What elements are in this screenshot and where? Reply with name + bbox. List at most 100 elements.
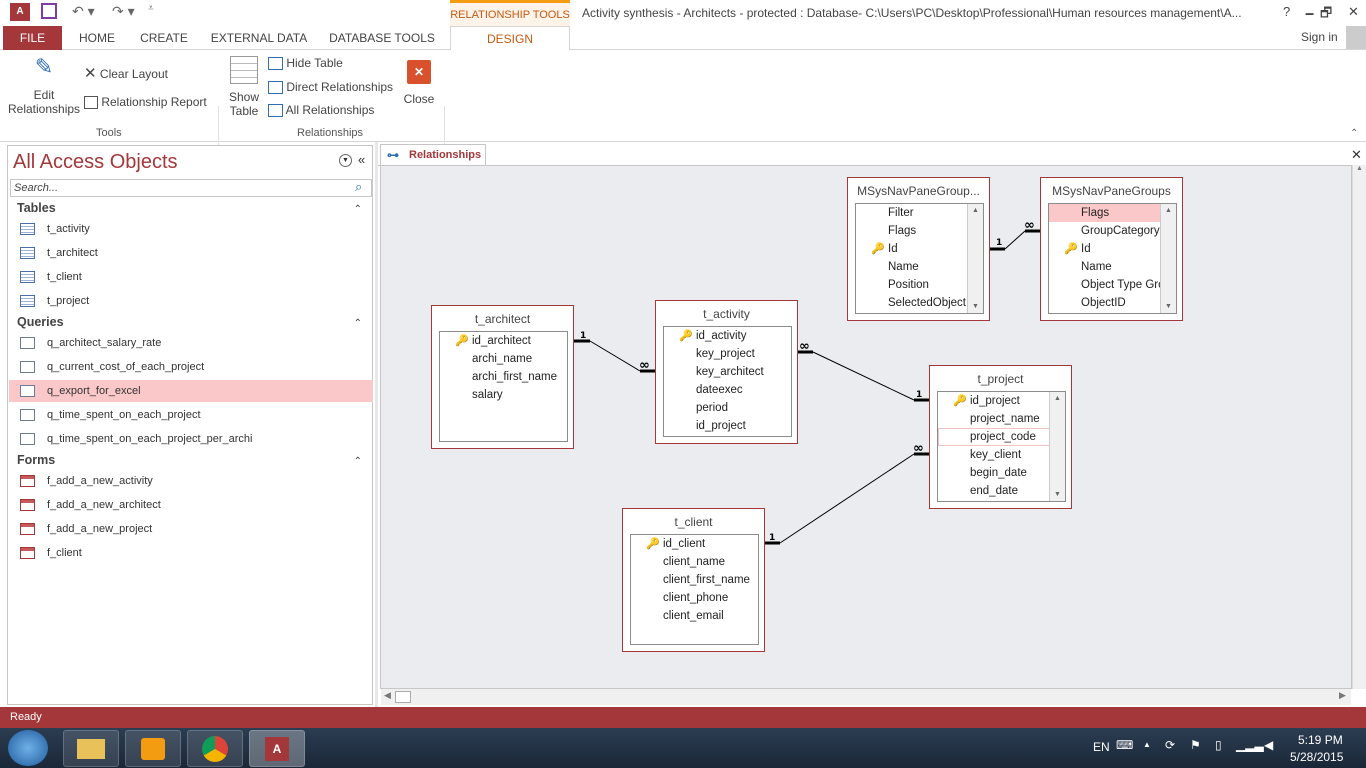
nav-item[interactable]: f_client bbox=[9, 542, 373, 564]
tab-relationships[interactable]: ⊶ Relationships bbox=[380, 144, 486, 166]
show-table-button[interactable]: Show Table bbox=[226, 56, 262, 118]
field-scrollbar[interactable]: ▲ ▼ bbox=[1160, 204, 1176, 313]
taskbar-access[interactable]: A bbox=[249, 730, 305, 767]
nav-item[interactable]: q_time_spent_on_each_project bbox=[9, 404, 373, 426]
nav-item[interactable]: f_add_a_new_project bbox=[9, 518, 373, 540]
table-title[interactable]: MSysNavPaneGroup... bbox=[848, 184, 989, 198]
field-row[interactable]: Flags bbox=[1049, 204, 1161, 222]
field-row[interactable]: 🔑 Id bbox=[856, 240, 968, 258]
field-row[interactable]: key_project bbox=[664, 345, 776, 363]
table-t-architect[interactable]: t_architect 🔑 id_architect archi_name archi_… bbox=[431, 305, 574, 449]
redo-icon[interactable]: ↷ ▾ bbox=[112, 3, 135, 20]
horizontal-scrollbar[interactable]: ◀ ▶ bbox=[381, 689, 1351, 705]
field-row[interactable]: salary bbox=[440, 386, 552, 404]
field-row[interactable]: 🔑 id_activity bbox=[664, 327, 776, 345]
collapse-ribbon-icon[interactable]: ⌃ bbox=[1350, 128, 1358, 139]
network-signal-icon[interactable]: ▁▂▃ bbox=[1236, 738, 1264, 752]
taskbar-chrome[interactable] bbox=[187, 730, 243, 767]
field-row[interactable]: project_code bbox=[938, 428, 1050, 446]
field-row[interactable]: 🔑 id_architect bbox=[440, 332, 552, 350]
field-row[interactable]: archi_first_name bbox=[440, 368, 557, 386]
sign-in-link[interactable]: Sign in bbox=[1301, 30, 1338, 44]
field-scrollbar[interactable]: ▲ ▼ bbox=[1049, 392, 1065, 501]
nav-item[interactable]: q_time_spent_on_each_project_per_archi bbox=[9, 428, 373, 450]
field-row[interactable]: end_date bbox=[938, 482, 1050, 500]
field-row[interactable]: project_name bbox=[938, 410, 1050, 428]
nav-item[interactable]: q_current_cost_of_each_project bbox=[9, 356, 373, 378]
keyboard-icon[interactable]: ⌨ bbox=[1116, 738, 1133, 752]
direct-relationships-button[interactable]: Direct Relationships bbox=[268, 80, 393, 95]
table-title[interactable]: MSysNavPaneGroups bbox=[1041, 184, 1182, 198]
field-row[interactable]: ObjectID bbox=[1049, 294, 1161, 312]
field-row[interactable]: key_architect bbox=[664, 363, 776, 381]
close-relationships-button[interactable]: ✕ Close bbox=[402, 60, 436, 106]
field-row[interactable]: GroupCategory bbox=[1049, 222, 1161, 240]
start-button[interactable] bbox=[8, 730, 48, 766]
field-row[interactable]: Name bbox=[856, 258, 968, 276]
field-row[interactable]: Position bbox=[856, 276, 968, 294]
scroll-left-icon[interactable]: ◀ bbox=[384, 690, 391, 701]
volume-icon[interactable]: ◀ bbox=[1264, 738, 1273, 752]
field-row[interactable]: Name bbox=[1049, 258, 1161, 276]
nav-item[interactable]: f_add_a_new_architect bbox=[9, 494, 373, 516]
clear-layout-button[interactable]: ✕ Clear Layout bbox=[84, 64, 168, 82]
field-row[interactable]: 🔑 Id bbox=[1049, 240, 1161, 258]
undo-icon[interactable]: ↶ ▾ bbox=[72, 3, 95, 20]
tab-design[interactable]: DESIGN bbox=[450, 26, 570, 51]
field-row[interactable]: client_name bbox=[631, 553, 743, 571]
table-msysnavpanegroup-[interactable]: MSysNavPaneGroup... Filter Flags 🔑 Id Name Pos… bbox=[847, 177, 990, 321]
collapse-pane-icon[interactable]: « bbox=[358, 152, 365, 167]
all-relationships-button[interactable]: All Relationships bbox=[268, 103, 374, 118]
nav-section-queries[interactable]: Queries bbox=[17, 315, 64, 329]
table-t-project[interactable]: t_project 🔑 id_project project_name project_… bbox=[929, 365, 1072, 509]
tab-database-tools[interactable]: DATABASE TOOLS bbox=[324, 26, 440, 50]
nav-item[interactable]: t_activity bbox=[9, 218, 373, 240]
nav-item[interactable]: t_architect bbox=[9, 242, 373, 264]
tab-create[interactable]: CREATE bbox=[134, 26, 194, 50]
nav-section-tables[interactable]: Tables bbox=[17, 201, 56, 215]
edit-relationships-button[interactable]: ✎ Edit Relationships bbox=[8, 54, 80, 116]
table-title[interactable]: t_client bbox=[623, 515, 764, 529]
hide-table-button[interactable]: Hide Table bbox=[268, 56, 343, 71]
taskbar-explorer[interactable] bbox=[63, 730, 119, 767]
field-row[interactable]: begin_date bbox=[938, 464, 1050, 482]
minimize-button[interactable]: 🗕 bbox=[1305, 4, 1314, 26]
user-avatar[interactable] bbox=[1346, 26, 1366, 49]
field-row[interactable]: key_client bbox=[938, 446, 1050, 464]
restore-button[interactable]: 🗗 bbox=[1320, 4, 1332, 26]
collapse-section-icon[interactable]: ⌃ bbox=[354, 204, 362, 215]
scroll-right-icon[interactable]: ▶ bbox=[1339, 690, 1346, 701]
close-window-button[interactable]: ✕ bbox=[1348, 4, 1359, 20]
action-center-flag-icon[interactable]: ⚑ bbox=[1190, 738, 1201, 752]
language-indicator[interactable]: EN bbox=[1093, 740, 1110, 754]
field-row[interactable]: SelectedObjectI bbox=[856, 294, 969, 312]
tab-home[interactable]: HOME bbox=[70, 26, 124, 50]
save-icon[interactable] bbox=[41, 3, 57, 19]
nav-item[interactable]: f_add_a_new_activity bbox=[9, 470, 373, 492]
pane-splitter[interactable] bbox=[375, 142, 378, 707]
clock-time[interactable]: 5:19 PM bbox=[1298, 733, 1343, 747]
nav-item[interactable]: t_project bbox=[9, 290, 373, 312]
field-row[interactable]: client_first_name bbox=[631, 571, 750, 589]
field-row[interactable]: id_project bbox=[664, 417, 776, 435]
sync-icon[interactable]: ⟳ bbox=[1165, 738, 1175, 752]
table-title[interactable]: t_activity bbox=[656, 307, 797, 321]
help-button[interactable]: ? bbox=[1283, 4, 1290, 19]
table-title[interactable]: t_project bbox=[930, 372, 1071, 386]
field-row[interactable]: Object Type Gro bbox=[1049, 276, 1165, 294]
search-input[interactable]: Search... bbox=[10, 179, 372, 197]
relationship-report-button[interactable]: Relationship Report bbox=[84, 95, 207, 110]
field-row[interactable]: period bbox=[664, 399, 776, 417]
table-t-client[interactable]: t_client 🔑 id_client client_name client_firs… bbox=[622, 508, 765, 652]
search-icon[interactable]: ⌕ bbox=[355, 179, 362, 195]
nav-menu-dropdown-icon[interactable]: ▼ bbox=[339, 154, 352, 167]
collapse-section-icon[interactable]: ⌃ bbox=[354, 456, 362, 467]
field-row[interactable]: dateexec bbox=[664, 381, 776, 399]
nav-pane-title[interactable]: All Access Objects bbox=[13, 151, 178, 174]
collapse-section-icon[interactable]: ⌃ bbox=[354, 318, 362, 329]
table-msysnavpanegroups[interactable]: MSysNavPaneGroups Flags GroupCategory 🔑 Id Na… bbox=[1040, 177, 1183, 321]
tab-file[interactable]: FILE bbox=[3, 26, 62, 50]
battery-icon[interactable]: ▯ bbox=[1215, 738, 1222, 752]
field-row[interactable]: Filter bbox=[856, 204, 968, 222]
taskbar-media-player[interactable] bbox=[125, 730, 181, 767]
